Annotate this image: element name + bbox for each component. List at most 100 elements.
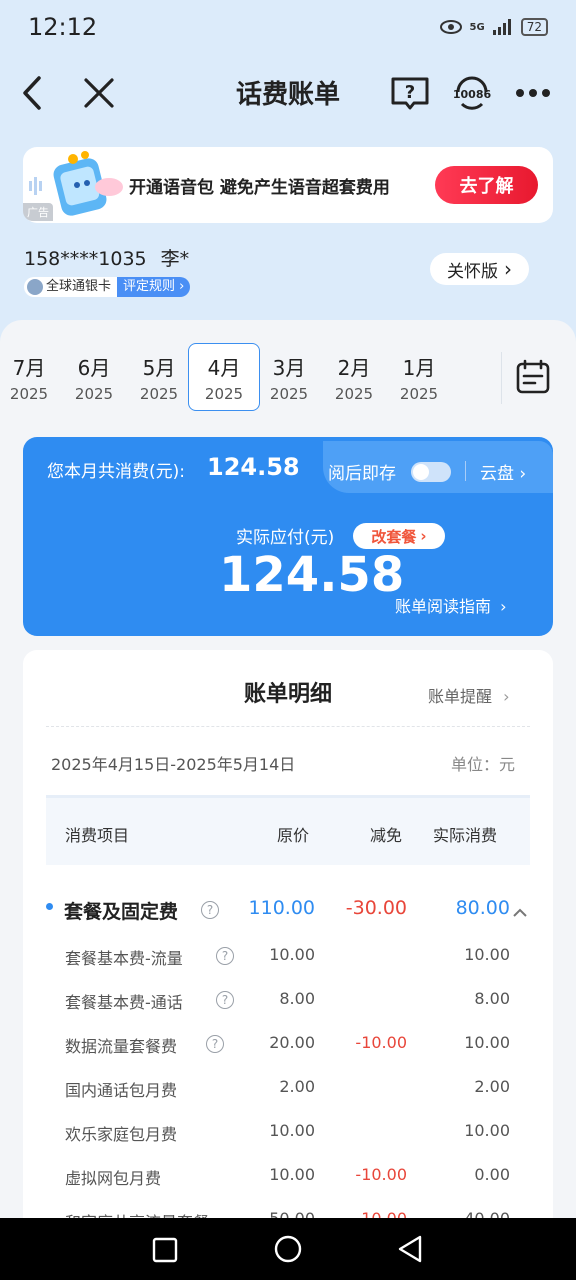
service-number: 10086: [453, 88, 492, 101]
group-actual: 80.00: [455, 897, 510, 919]
change-plan-label: 改套餐: [371, 527, 417, 546]
close-icon[interactable]: [82, 76, 116, 110]
header-actual: 实际消费: [433, 826, 498, 845]
unit-label: 单位：元: [451, 755, 516, 774]
header-item: 消费项目: [65, 826, 130, 845]
ad-banner[interactable]: 广告 开通语音包 避免产生语音超套费用 去了解: [23, 147, 553, 223]
rules-button[interactable]: 评定规则 ›: [117, 277, 191, 297]
more-icon[interactable]: [514, 80, 552, 106]
help-icon[interactable]: ?: [216, 991, 234, 1009]
fee-group-row[interactable]: 套餐及固定费 ? 110.00 -30.00 80.00: [0, 893, 576, 923]
calendar-icon[interactable]: [515, 359, 551, 399]
fee-item-name: 数据流量套餐费: [65, 1037, 178, 1056]
battery-icon: 72: [520, 18, 548, 36]
card-name: 全球通银卡: [46, 279, 112, 294]
year-label: 2025: [269, 384, 309, 403]
fee-item-discount: -10.00: [355, 1033, 407, 1052]
toggle-knob: [413, 464, 429, 480]
divider: [46, 726, 530, 727]
fee-item-actual: 2.00: [474, 1077, 510, 1096]
fee-item-actual: 10.00: [464, 1121, 510, 1140]
bill-summary-card: 您本月共消费(元): 124.58 阅后即存 云盘 › 实际应付(元) 改套餐 ›…: [23, 437, 553, 636]
month-tab[interactable]: 3月 2025: [253, 343, 325, 411]
month-label: 2月: [337, 355, 371, 380]
bill-reading-guide-link[interactable]: 账单阅读指南 ›: [395, 593, 507, 617]
month-label: 3月: [272, 355, 306, 380]
user-phone: 158****1035: [24, 248, 147, 270]
group-name: 套餐及固定费: [64, 901, 179, 923]
fee-item-name: 欢乐家庭包月费: [65, 1125, 178, 1144]
year-label: 2025: [139, 384, 179, 403]
service-hotline-icon[interactable]: 10086: [452, 72, 492, 114]
signal-icon: [492, 19, 511, 35]
chevron-right-icon: ›: [179, 279, 185, 294]
fee-item-original: 10.00: [269, 1121, 315, 1140]
year-label: 2025: [9, 384, 49, 403]
card-name-badge: 全球通银卡: [24, 277, 118, 297]
fee-item-original: 10.00: [269, 945, 315, 964]
recent-apps-icon[interactable]: [152, 1237, 178, 1267]
fee-item-row: 国内通话包月费 2.00 2.00: [0, 1073, 576, 1103]
fee-item-name: 虚拟网包月费: [65, 1169, 162, 1188]
cloud-drive-label: 云盘: [480, 464, 514, 484]
svg-text:?: ?: [405, 82, 415, 103]
help-book-icon[interactable]: ?: [390, 74, 430, 112]
help-icon[interactable]: ?: [216, 947, 234, 965]
bill-reminder-label: 账单提醒: [428, 687, 493, 706]
fee-item-original: 2.00: [279, 1077, 315, 1096]
status-icons: 5G 72: [439, 18, 548, 36]
guide-label: 账单阅读指南: [395, 597, 492, 616]
year-label: 2025: [399, 384, 439, 403]
total-consumption-value: 124.58: [207, 453, 300, 481]
back-nav-icon[interactable]: [397, 1235, 423, 1267]
change-plan-button[interactable]: 改套餐 ›: [353, 523, 445, 549]
fee-item-actual: 10.00: [464, 1033, 510, 1052]
card-level: 全球通银卡 评定规则 ›: [24, 277, 191, 297]
group-discount: -30.00: [345, 897, 407, 919]
help-icon[interactable]: ?: [201, 901, 219, 919]
ad-text: 开通语音包 避免产生语音超套费用: [129, 177, 390, 198]
month-label: 5月: [142, 355, 176, 380]
fee-item-name: 套餐基本费-通话: [65, 993, 183, 1012]
chevron-right-icon: ›: [500, 597, 507, 616]
back-icon[interactable]: [18, 74, 46, 112]
year-label: 2025: [204, 384, 244, 403]
fee-item-row: 套餐基本费-通话? 8.00 8.00: [0, 985, 576, 1015]
bill-reminder-link[interactable]: 账单提醒 ›: [428, 683, 510, 707]
month-tab[interactable]: 6月 2025: [58, 343, 130, 411]
home-icon[interactable]: [274, 1235, 302, 1267]
month-tab[interactable]: 1月 2025: [383, 343, 455, 411]
year-label: 2025: [334, 384, 374, 403]
fee-item-original: 10.00: [269, 1165, 315, 1184]
user-name: 李*: [160, 248, 190, 270]
fee-item-original: 8.00: [279, 989, 315, 1008]
divider: [501, 352, 502, 404]
fee-item-row: 数据流量套餐费? 20.00 -10.00 10.00: [0, 1029, 576, 1059]
care-mode-button[interactable]: 关怀版 ›: [430, 253, 529, 285]
status-time: 12:12: [28, 13, 98, 41]
fee-item-actual: 8.00: [474, 989, 510, 1008]
save-after-read-toggle[interactable]: [411, 462, 451, 482]
month-tab[interactable]: 5月 2025: [123, 343, 195, 411]
chevron-right-icon: ›: [504, 257, 512, 281]
network-label: 5G: [469, 21, 485, 33]
month-tabs: 7月 2025 6月 2025 5月 2025 4月 2025 3月 2025 2月 2025 1月 20…: [0, 343, 500, 413]
group-dot: [46, 903, 53, 910]
user-info: 158****1035 李*: [24, 244, 189, 271]
divider: [465, 461, 466, 481]
nav-bar: 话费账单 ? 10086: [0, 60, 576, 126]
ad-learn-more-button[interactable]: 去了解: [435, 166, 538, 204]
ad-tag: 广告: [23, 203, 53, 221]
help-icon[interactable]: ?: [206, 1035, 224, 1053]
month-label: 7月: [12, 355, 46, 380]
month-label: 6月: [77, 355, 111, 380]
month-tab[interactable]: 2月 2025: [318, 343, 390, 411]
actual-payable-amount: 124.58: [219, 547, 405, 603]
ad-illustration: 广告: [23, 147, 133, 223]
cloud-drive-link[interactable]: 云盘 ›: [480, 459, 526, 484]
month-tab[interactable]: 7月 2025: [0, 343, 65, 411]
month-tab[interactable]: 4月 2025: [188, 343, 260, 411]
chevron-up-icon[interactable]: [513, 903, 527, 922]
year-label: 2025: [74, 384, 114, 403]
header-discount: 减免: [370, 826, 403, 845]
